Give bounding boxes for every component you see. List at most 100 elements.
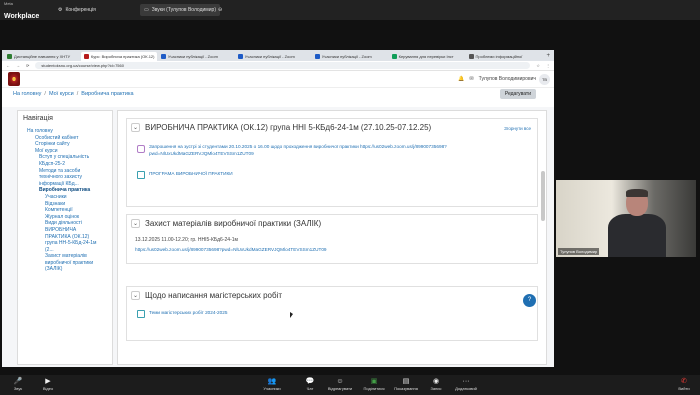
tab-favicon-icon (160, 54, 166, 59)
file-link[interactable]: Теми магістерських робіт 2024-2025 (149, 310, 228, 318)
record-label: Запис (430, 386, 442, 391)
browser-tab[interactable]: Учасники публікації - Zoom (312, 52, 388, 61)
forward-icon[interactable]: → (16, 63, 20, 68)
zoom-link[interactable]: https://us02web.zoom.us/j/89900735698?pw… (127, 246, 537, 253)
url-input[interactable]: studentoksnu.org.ua/course/view.php?id=7… (35, 62, 531, 69)
course-section: ⌄ Захист матеріалів виробничої практики … (126, 214, 538, 264)
chat-label: Чат (306, 386, 314, 391)
mouse-cursor (290, 312, 293, 318)
people-icon: 👥 (267, 378, 277, 385)
nav-item[interactable]: Мої курси (23, 148, 107, 155)
tab-call-label: Звуки (Тулупов Володимир) (151, 7, 216, 13)
record-button[interactable]: ◉ Запис (424, 377, 448, 391)
nav-item[interactable]: КБдсп-25-2 (23, 161, 107, 168)
chevron-down-icon[interactable]: ⌄ (131, 219, 140, 228)
browser-tab[interactable]: Проблеми інформаційної (466, 52, 542, 61)
star-icon[interactable]: ☆ (536, 63, 540, 68)
nav-item[interactable]: ПРАКТИКА (ОК.12) (23, 234, 107, 241)
chat-button[interactable]: 💬 Чат (298, 377, 322, 391)
shared-browser-window: Дистанційне навчання у ХНТУ Курс: Виробни… (2, 50, 554, 367)
collapse-all-link[interactable]: Згорнути все (504, 126, 531, 131)
menu-icon[interactable]: ⋮ (546, 63, 550, 68)
nav-item[interactable]: (2... (23, 247, 107, 254)
present-button[interactable]: ▤ Показування (394, 377, 418, 391)
workplace-brand: Workplace (4, 13, 40, 20)
nav-item[interactable]: На головну (23, 128, 107, 135)
share-icon: ▣ (370, 378, 378, 385)
nav-item[interactable]: виробничої практики (23, 260, 107, 267)
breadcrumb-home[interactable]: На головну (13, 91, 41, 97)
file-icon (137, 310, 145, 318)
browser-tab[interactable]: Учасники публікації - Zoom (235, 52, 311, 61)
browser-tab[interactable]: Керування для перевірки Інст (389, 52, 465, 61)
browser-tab[interactable]: Дистанційне навчання у ХНТУ (4, 52, 80, 61)
edit-button[interactable]: Редагувати (499, 89, 536, 99)
nav-item[interactable]: (ЗАЛІК) (23, 266, 107, 273)
mic-icon: 🎤 (13, 378, 23, 385)
nav-item[interactable]: Виробнича практика (23, 187, 107, 194)
file-item[interactable]: Теми магістерських робіт 2024-2025 (127, 306, 537, 322)
file-link[interactable]: ПРОГРАМА ВИРОБНИЧОЇ ПРАКТИКИ (149, 171, 233, 179)
participant-hair (626, 189, 648, 197)
participant-video[interactable]: Тулупов Володимир (556, 180, 696, 257)
nav-item[interactable]: Відзнаки (23, 201, 107, 208)
participants-button[interactable]: 👥 Учасники (260, 377, 284, 391)
video-icon: ▭ (144, 7, 149, 13)
leave-button[interactable]: ✆ Вийти (672, 377, 696, 391)
browser-tab-label: Дистанційне навчання у ХНТУ (14, 54, 71, 59)
user-menu[interactable]: 🔔 ✉ Тулупов Володимирович (458, 76, 536, 82)
breadcrumb-my-courses[interactable]: Мої курси (49, 91, 74, 97)
chevron-down-icon[interactable]: ⌄ (131, 291, 140, 300)
reload-icon[interactable]: ⟳ (26, 63, 29, 68)
minimize-icon[interactable]: ⊖ (214, 4, 226, 16)
nav-item[interactable]: Компетенції (23, 207, 107, 214)
bell-icon[interactable]: 🔔 (458, 76, 464, 82)
participants-label: Учасники (263, 386, 281, 391)
message-icon[interactable]: ✉ (469, 76, 473, 82)
nav-item[interactable]: Види діяльності (23, 220, 107, 227)
nav-item[interactable]: технічного захисту (23, 174, 107, 181)
scrollbar[interactable] (541, 171, 545, 221)
nav-item[interactable]: група НН-5-КБд-24-1м (23, 240, 107, 247)
browser-tab-label: Курс: Виробнича практика (ОК.12) (90, 54, 155, 59)
nav-item[interactable]: Журнал оцінок (23, 214, 107, 221)
chat-icon: 💬 (305, 378, 315, 385)
browser-tab-label: Керування для перевірки Інст (398, 54, 454, 59)
leave-label: Вийти (678, 386, 690, 391)
browser-tab[interactable]: Учасники публікації - Zoom (158, 52, 234, 61)
tab-favicon-icon (7, 54, 12, 59)
announcement-item[interactable]: Запрошення на зустрі зі студентами 20.10… (127, 140, 537, 161)
file-icon (137, 171, 145, 179)
mic-button[interactable]: 🎤 Звук (6, 377, 30, 391)
browser-tab[interactable]: Курс: Виробнича практика (ОК.12) (80, 52, 157, 61)
nav-item[interactable]: Учасники (23, 194, 107, 201)
breadcrumb-separator: / (44, 91, 46, 97)
nav-item[interactable]: Сторінки сайту (23, 141, 107, 148)
nav-item[interactable]: Захист матеріалів (23, 253, 107, 260)
chevron-down-icon[interactable]: ⌄ (131, 123, 140, 132)
tab-conference[interactable]: ⚙ Конференція (54, 4, 100, 16)
announcement-text[interactable]: Запрошення на зустрі зі студентами 20.10… (149, 144, 527, 157)
moodle-navbar: 🔔 ✉ Тулупов Володимирович TB (2, 71, 554, 88)
avatar[interactable]: TB (539, 74, 550, 85)
tab-call[interactable]: ▭ Звуки (Тулупов Володимир) (140, 4, 220, 16)
more-button[interactable]: ··· Додатковий (454, 377, 478, 391)
breadcrumb-course[interactable]: Виробнича практика (81, 91, 133, 97)
browser-tab-bar: Дистанційне навчання у ХНТУ Курс: Виробни… (2, 50, 554, 61)
page-content: Навігація На головну Особистий кабінет Сто… (2, 107, 554, 367)
announcement-icon (137, 145, 145, 153)
university-logo-icon[interactable] (8, 72, 20, 86)
nav-item[interactable]: Методи та засоби (23, 168, 107, 175)
file-item[interactable]: ПРОГРАМА ВИРОБНИЧОЇ ПРАКТИКИ (127, 167, 537, 183)
help-button[interactable]: ? (523, 294, 536, 307)
new-tab-button[interactable]: + (542, 52, 554, 61)
nav-item[interactable]: ВИРОБНИЧА (23, 227, 107, 234)
section-text: 13.12.2025 11.00-12.20; гр. ННІ5-КБд6-24… (135, 237, 238, 243)
more-icon: ··· (462, 378, 470, 385)
nav-item[interactable]: Вступ у спеціальність (23, 154, 107, 161)
video-button[interactable]: ▶ Відео (36, 377, 60, 391)
breadcrumb-separator: / (76, 91, 79, 97)
back-icon[interactable]: ← (6, 63, 10, 68)
share-button[interactable]: ▣ Поділитися (362, 377, 386, 391)
reaction-button[interactable]: ☺ Відреагувати (328, 377, 352, 391)
